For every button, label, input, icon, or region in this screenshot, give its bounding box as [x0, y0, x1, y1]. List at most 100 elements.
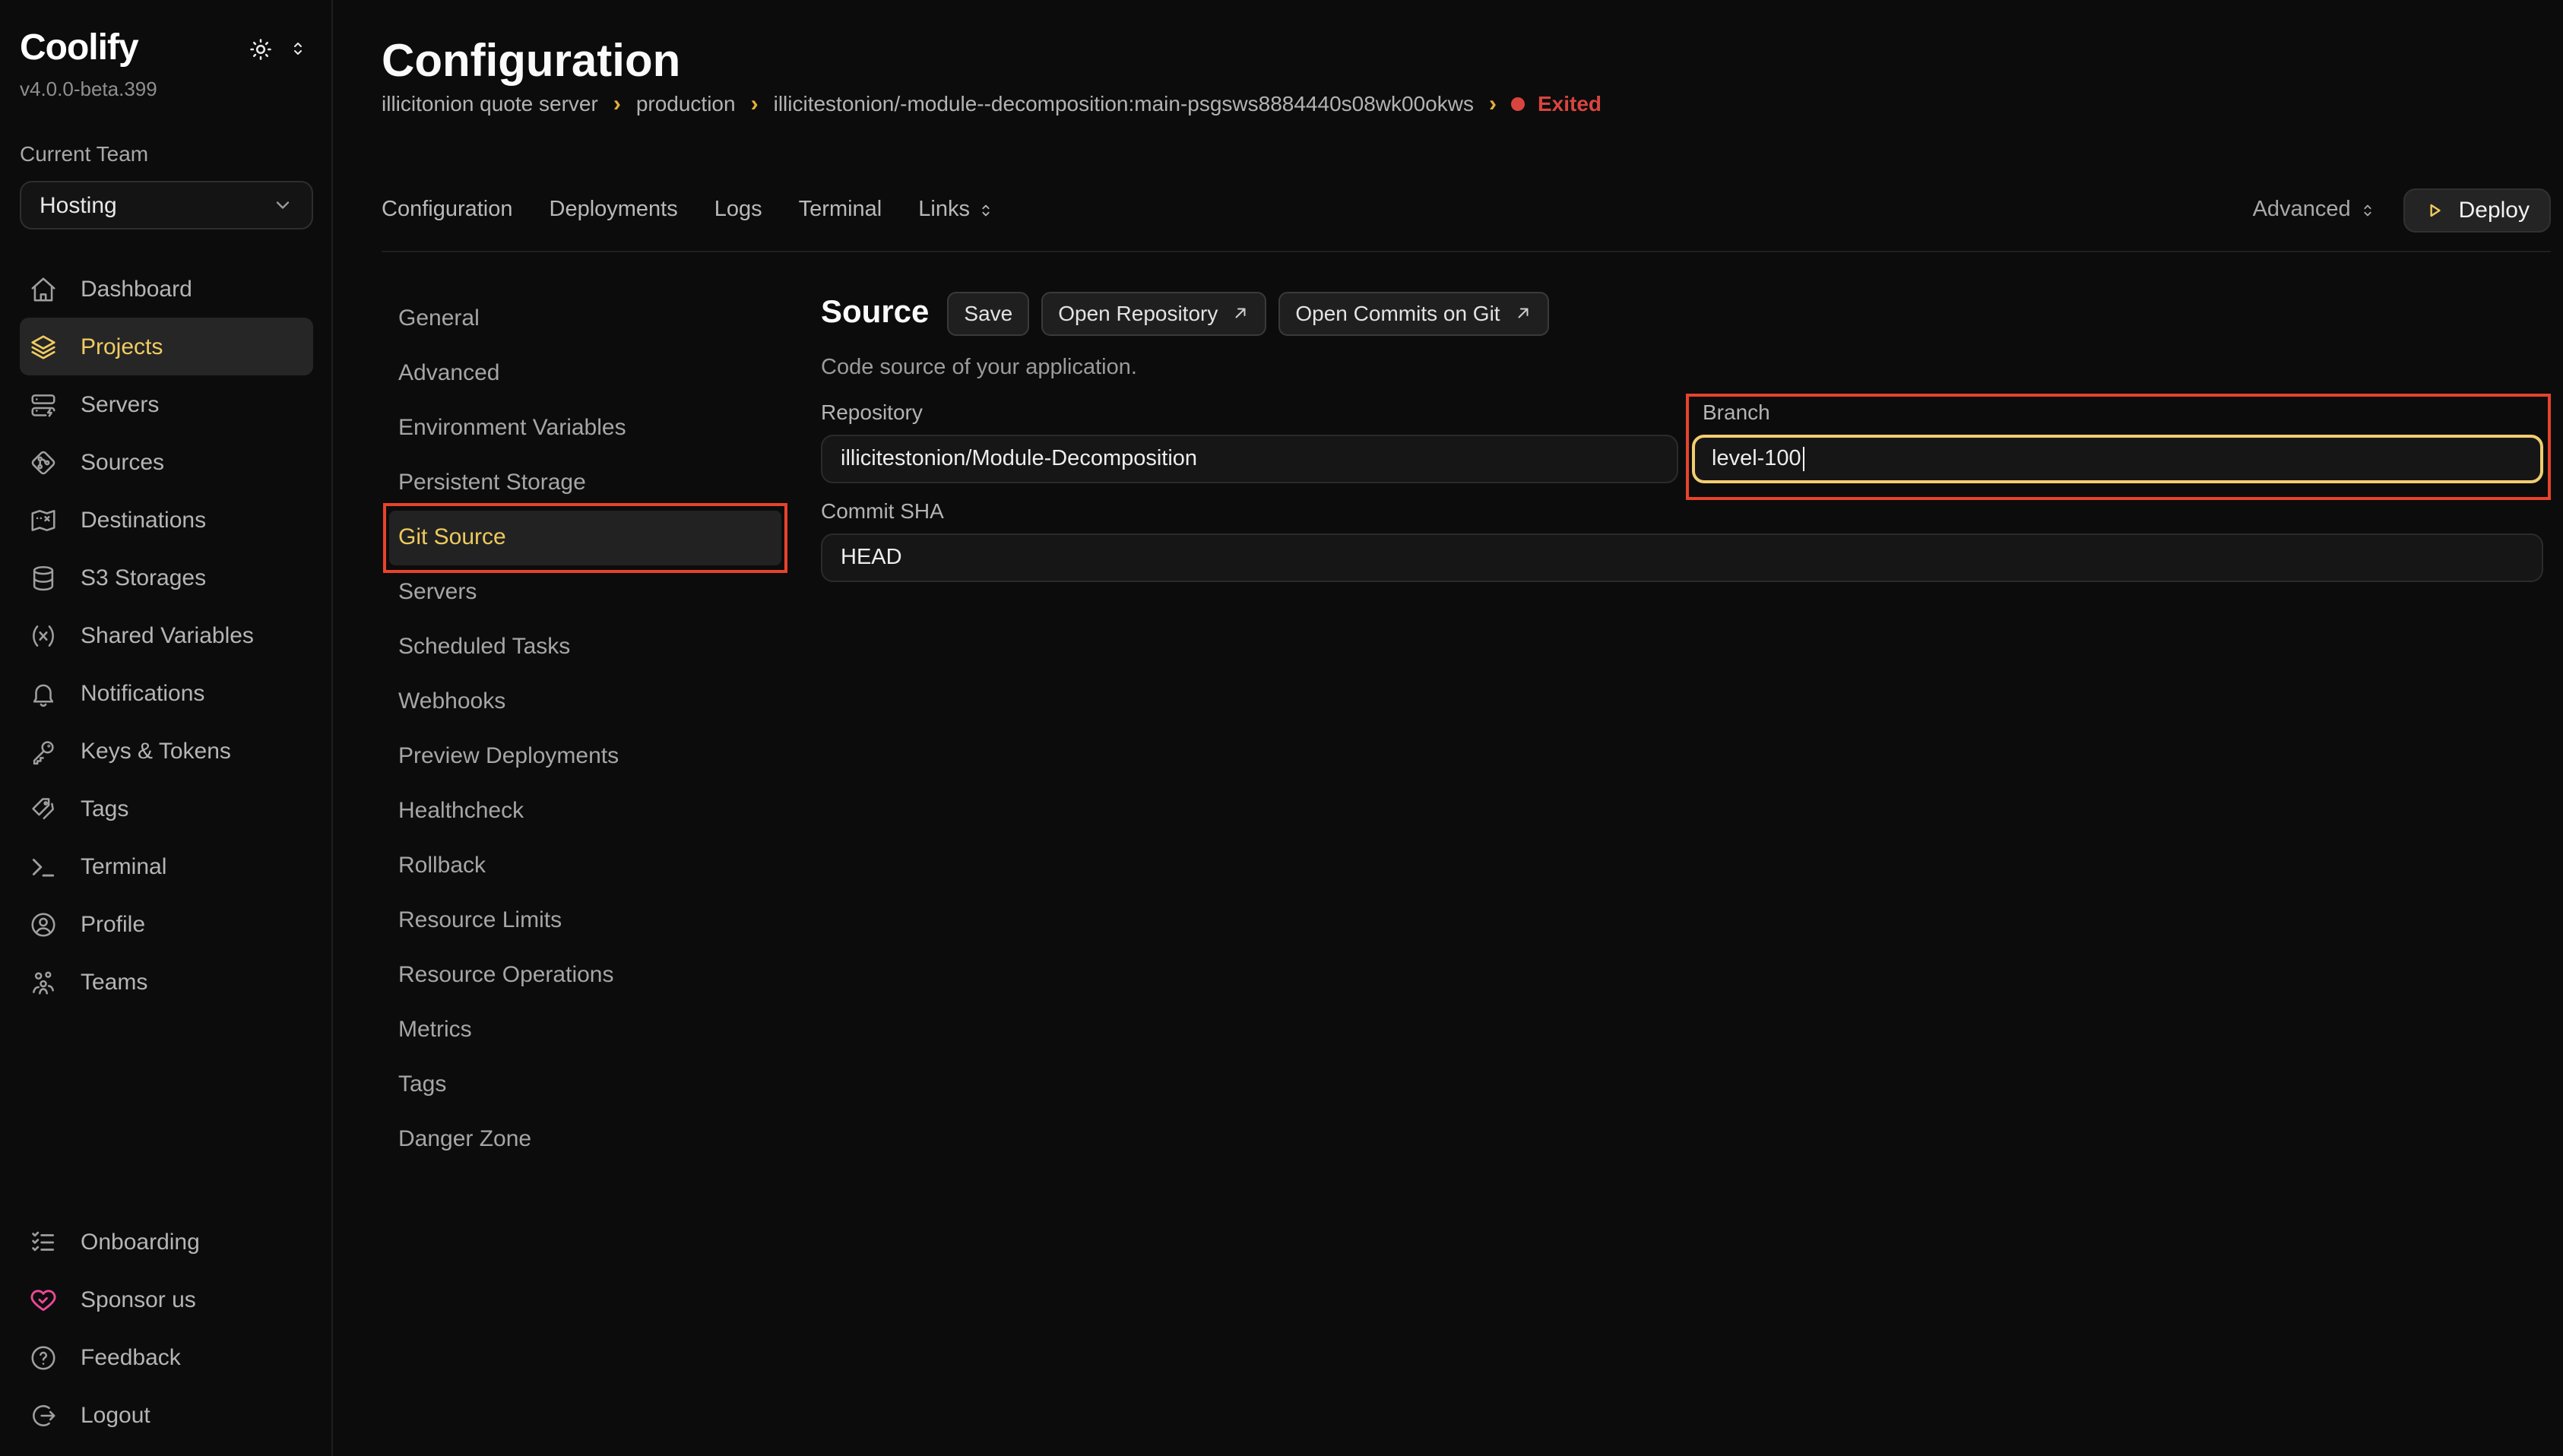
sidebar-item-label: Logout [81, 1402, 150, 1428]
sidebar-item-shared-variables[interactable]: Shared Variables [20, 606, 313, 664]
sidebar-item-destinations[interactable]: Destinations [20, 491, 313, 549]
tags-icon [29, 794, 58, 823]
breadcrumb-project[interactable]: illicitonion quote server [382, 91, 598, 116]
sidebar-item-tags[interactable]: Tags [20, 780, 313, 837]
sidebar: Coolify v4.0.0-beta.399 Current Team Hos… [0, 0, 333, 1456]
play-icon [2425, 200, 2445, 220]
sidebar-item-sources[interactable]: Sources [20, 433, 313, 491]
tab-label: Deployments [550, 198, 678, 222]
breadcrumb-separator: › [751, 92, 759, 115]
subnav-item-resource-operations[interactable]: Resource Operations [389, 948, 781, 1002]
home-icon [29, 274, 58, 303]
subnav-item-label: Git Source [398, 524, 506, 550]
open-commits-button[interactable]: Open Commits on Git [1278, 291, 1548, 335]
chevron-down-icon [272, 195, 293, 216]
deploy-label: Deploy [2459, 197, 2530, 223]
content: General Advanced Environment Variables P… [382, 273, 2551, 1456]
subnav-item-servers[interactable]: Servers [389, 565, 781, 619]
subnav-item-scheduled-tasks[interactable]: Scheduled Tasks [389, 619, 781, 674]
heart-hands-icon [29, 1285, 58, 1314]
app-root: Coolify v4.0.0-beta.399 Current Team Hos… [0, 0, 2563, 1456]
tab-configuration[interactable]: Configuration [382, 198, 513, 222]
sidebar-item-label: Notifications [81, 680, 204, 706]
sidebar-item-label: Projects [81, 334, 163, 359]
branch-field: Branch level-100 [1692, 399, 2543, 483]
sidebar-item-feedback[interactable]: Feedback [20, 1328, 313, 1386]
breadcrumb-application[interactable]: illicitestonion/-module--decomposition:m… [774, 91, 1474, 116]
branch-input[interactable]: level-100 [1692, 434, 2543, 483]
git-source-icon [29, 448, 58, 476]
tab-links[interactable]: Links [918, 198, 994, 222]
subnav-item-rollback[interactable]: Rollback [389, 838, 781, 893]
sidebar-item-servers[interactable]: Servers [20, 375, 313, 433]
subnav-item-danger-zone[interactable]: Danger Zone [389, 1112, 781, 1166]
repository-input[interactable]: illicitestonion/Module-Decomposition [821, 434, 1678, 483]
database-icon [29, 563, 58, 592]
commit-sha-label: Commit SHA [821, 498, 2543, 522]
sidebar-item-label: Feedback [81, 1344, 181, 1370]
theme-sun-icon[interactable] [248, 36, 274, 62]
sidebar-item-logout[interactable]: Logout [20, 1386, 313, 1444]
current-team-label: Current Team [20, 141, 313, 166]
bell-icon [29, 679, 58, 707]
coolify-logo: Coolify [20, 27, 138, 70]
sidebar-item-label: Tags [81, 796, 128, 821]
subnav-item-persistent-storage[interactable]: Persistent Storage [389, 455, 781, 510]
sidebar-item-projects[interactable]: Projects [20, 318, 313, 375]
subnav-item-preview-deployments[interactable]: Preview Deployments [389, 729, 781, 783]
subnav-item-advanced[interactable]: Advanced [389, 346, 781, 400]
sidebar-item-profile[interactable]: Profile [20, 895, 313, 953]
sidebar-item-s3-storages[interactable]: S3 Storages [20, 549, 313, 606]
status-dot-icon [1512, 97, 1525, 110]
tabs-right-cluster: Advanced Deploy [2253, 188, 2551, 232]
subnav-item-tags[interactable]: Tags [389, 1057, 781, 1112]
save-button[interactable]: Save [947, 291, 1029, 335]
subnav-item-git-source[interactable]: Git Source [389, 510, 781, 565]
sidebar-item-label: Servers [81, 391, 159, 417]
open-repository-button[interactable]: Open Repository [1041, 291, 1266, 335]
tabs-divider [382, 250, 2551, 252]
advanced-menu[interactable]: Advanced [2253, 198, 2377, 222]
advanced-label: Advanced [2253, 198, 2351, 222]
logo-row: Coolify [20, 27, 313, 70]
source-heading-row: Source Save Open Repository Open Commits… [821, 291, 2543, 335]
external-link-icon [1231, 304, 1250, 322]
subnav-item-webhooks[interactable]: Webhooks [389, 674, 781, 729]
tab-terminal[interactable]: Terminal [799, 198, 882, 222]
sidebar-item-notifications[interactable]: Notifications [20, 664, 313, 722]
source-heading: Source [821, 295, 929, 331]
sidebar-item-keys-tokens[interactable]: Keys & Tokens [20, 722, 313, 780]
map-icon [29, 505, 58, 534]
subnav-item-resource-limits[interactable]: Resource Limits [389, 893, 781, 948]
tab-logs[interactable]: Logs [714, 198, 762, 222]
tab-label: Configuration [382, 198, 513, 222]
team-select[interactable]: Hosting [20, 181, 313, 229]
repo-branch-row: Repository illicitestonion/Module-Decomp… [821, 399, 2543, 483]
updown-chevrons-icon [977, 200, 994, 220]
commit-sha-input[interactable]: HEAD [821, 533, 2543, 581]
sidebar-item-onboarding[interactable]: Onboarding [20, 1213, 313, 1271]
subnav-item-healthcheck[interactable]: Healthcheck [389, 783, 781, 838]
tab-deployments[interactable]: Deployments [550, 198, 678, 222]
tab-label: Links [918, 198, 970, 222]
subnav-item-environment-variables[interactable]: Environment Variables [389, 400, 781, 455]
sidebar-item-label: Teams [81, 969, 147, 995]
sidebar-item-dashboard[interactable]: Dashboard [20, 260, 313, 318]
server-icon [29, 390, 58, 419]
theme-switch-chevrons-icon[interactable] [289, 38, 307, 59]
sidebar-item-label: Terminal [81, 853, 166, 879]
terminal-icon [29, 852, 58, 881]
subnav-item-general[interactable]: General [389, 291, 781, 346]
subnav-item-metrics[interactable]: Metrics [389, 1002, 781, 1057]
sidebar-item-label: Destinations [81, 507, 206, 533]
breadcrumb-environment[interactable]: production [636, 91, 736, 116]
sidebar-item-terminal[interactable]: Terminal [20, 837, 313, 895]
sidebar-item-teams[interactable]: Teams [20, 953, 313, 1011]
tab-label: Terminal [799, 198, 882, 222]
open-commits-label: Open Commits on Git [1295, 301, 1500, 325]
deploy-button[interactable]: Deploy [2404, 188, 2551, 232]
sidebar-item-sponsor-us[interactable]: Sponsor us [20, 1271, 313, 1328]
commit-sha-field: Commit SHA HEAD [821, 498, 2543, 581]
layers-icon [29, 332, 58, 361]
repository-value: illicitestonion/Module-Decomposition [841, 446, 1197, 470]
